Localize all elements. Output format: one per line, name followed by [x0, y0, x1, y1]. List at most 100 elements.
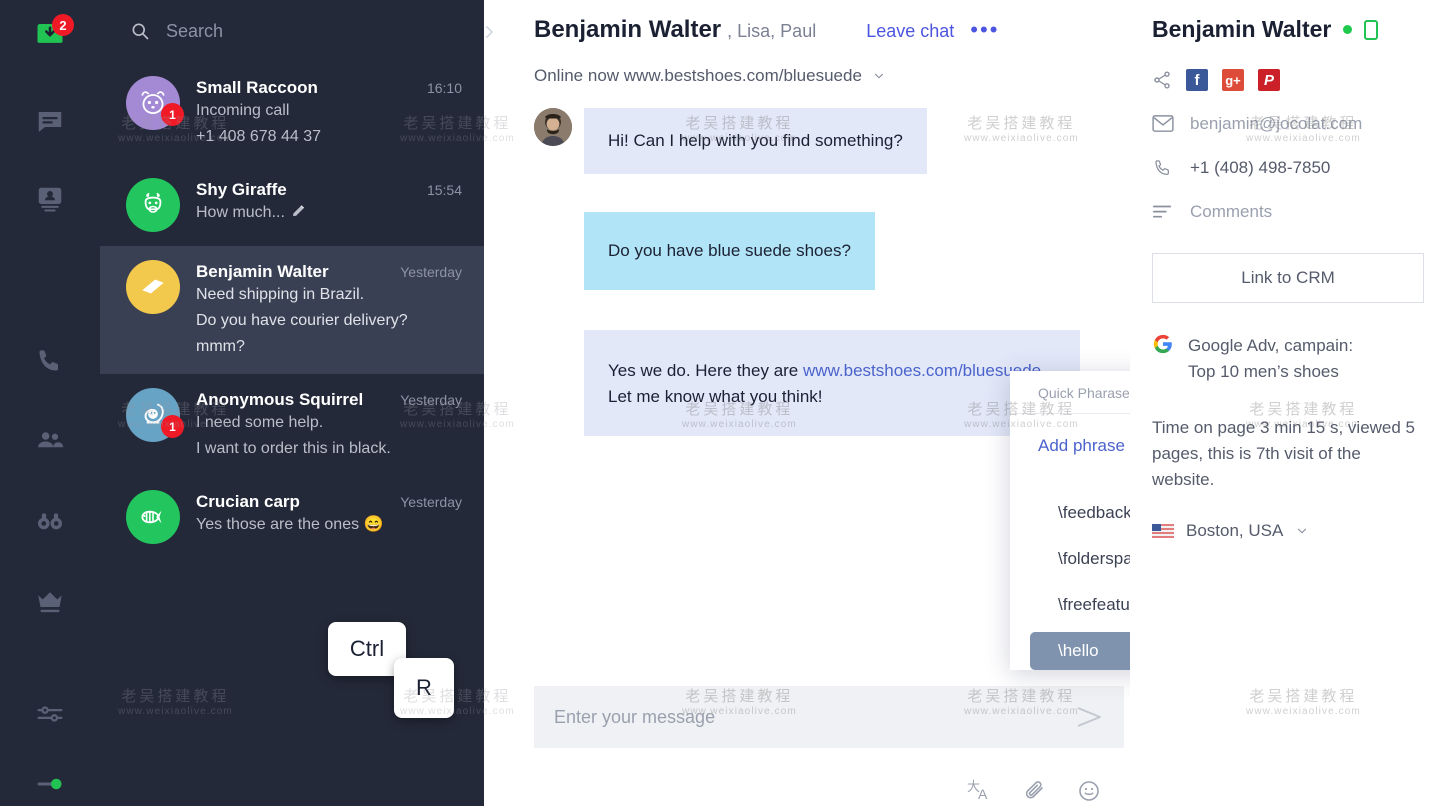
search-icon	[132, 23, 149, 40]
rail-item-team[interactable]	[0, 419, 100, 463]
message-bubble: Hi! Can I help with you find something?	[584, 108, 927, 174]
leave-chat-button[interactable]: Leave chat	[866, 21, 954, 42]
giraffe-icon	[144, 192, 162, 213]
contact-email: benjamin@jocolat.com	[1190, 114, 1363, 133]
search-bar[interactable]	[100, 0, 484, 62]
quick-phrase-key[interactable]: \feedback	[1030, 494, 1130, 532]
rail-item-premium[interactable]	[0, 579, 100, 623]
advertising-campaign-row: Google Adv, campain: Top 10 men’s shoes	[1152, 333, 1424, 385]
message-row: Yes we do. Here they are www.bestshoes.c…	[584, 330, 1080, 436]
add-phrase-button[interactable]: Add phrase	[1010, 428, 1130, 464]
cake-icon	[142, 279, 164, 294]
avatar-wrap	[126, 490, 180, 544]
advertising-text: Google Adv, campain: Top 10 men’s shoes	[1188, 333, 1353, 385]
chat-item-time: 15:54	[426, 182, 462, 198]
chat-participants: , Lisa, Paul	[727, 21, 817, 41]
translate-glyph: 大 A	[967, 779, 988, 802]
rail-item-monitoring[interactable]	[0, 499, 100, 543]
inbox-badge: 2	[52, 14, 74, 36]
geolocation-row[interactable]: Boston, USA	[1152, 521, 1424, 541]
us-flag-icon	[1152, 524, 1174, 538]
link-to-crm-button[interactable]: Link to CRM	[1152, 253, 1424, 303]
chat-main-panel: Benjamin Walter , Lisa, Paul Leave chat …	[484, 0, 1130, 806]
mobile-icon	[1364, 19, 1379, 40]
contact-phone-row[interactable]: +1 (408) 498-7850	[1152, 157, 1424, 179]
chevron-down-icon[interactable]	[872, 69, 886, 83]
chat-item-header: Crucian carp Yesterday	[196, 492, 462, 512]
quick-phrases-title: Quick Pharases Helper	[1010, 371, 1130, 414]
quick-phrases-key-list: Add phrase \feedback \folderspace \freef…	[1010, 414, 1130, 670]
binoculars-icon	[38, 513, 62, 530]
search-input[interactable]	[166, 20, 416, 42]
online-status-dot	[1343, 25, 1353, 34]
advertising-line1: Google Adv, campain:	[1188, 336, 1354, 355]
icon-rail: 2	[0, 0, 100, 806]
pinterest-icon[interactable]: P	[1258, 69, 1280, 91]
message-input[interactable]	[554, 706, 1074, 728]
message-text-line2: Let me know what you think!	[608, 387, 823, 406]
facebook-icon[interactable]: f	[1186, 69, 1208, 91]
phone-icon	[39, 350, 58, 371]
message-composer[interactable]	[534, 686, 1124, 748]
chat-list-item-anonymous-squirrel[interactable]: 1 Anonymous Squirrel Yesterday I need so…	[100, 374, 484, 476]
rail-item-phone[interactable]	[0, 339, 100, 383]
rail-item-status-toggle[interactable]	[0, 762, 100, 806]
chat-item-preview-line: Do you have courier delivery?	[196, 312, 408, 329]
chevron-down-icon[interactable]	[1295, 524, 1309, 538]
chat-status-text: Online now www.bestshoes.com/bluesuede	[534, 66, 862, 85]
unread-badge: 1	[161, 103, 184, 126]
message-text: Yes we do. Here they are	[608, 361, 803, 380]
chat-item-body: Crucian carp Yesterday Yes those are the…	[196, 490, 462, 538]
paperclip-glyph	[1025, 781, 1043, 799]
chat-item-name: Small Raccoon	[196, 78, 318, 97]
quick-phrase-key[interactable]: \folderspace	[1030, 540, 1130, 578]
pencil-icon	[293, 205, 305, 216]
chat-item-time: Yesterday	[400, 494, 462, 510]
comments-icon	[1152, 201, 1174, 223]
quick-phrase-key-selected[interactable]: \hello	[1030, 632, 1130, 670]
chat-item-name: Crucian carp	[196, 492, 300, 511]
avatar	[126, 178, 180, 232]
quick-phrase-key[interactable]: \freefeatures	[1030, 586, 1130, 624]
phone-glyph	[1155, 160, 1169, 175]
chat-list-item-benjamin-walter[interactable]: Benjamin Walter Yesterday Need shipping …	[100, 246, 484, 374]
rail-item-chat[interactable]	[0, 100, 100, 144]
google-plus-icon[interactable]: g+	[1222, 69, 1244, 91]
chat-item-preview-line: How much...	[196, 200, 462, 226]
chat-item-time: Yesterday	[400, 392, 462, 408]
chat-list-item-shy-giraffe[interactable]: Shy Giraffe 15:54 How much...	[100, 164, 484, 246]
mail-icon	[1152, 113, 1174, 135]
rail-item-contacts[interactable]	[0, 176, 100, 220]
translate-icon[interactable]: 大 A	[967, 776, 993, 806]
contact-email-row[interactable]: benjamin@jocolat.com	[1152, 113, 1424, 135]
contact-title-row: Benjamin Walter	[1152, 16, 1424, 43]
lines-glyph	[1153, 205, 1172, 218]
chat-item-name: Benjamin Walter	[196, 262, 329, 281]
message-link[interactable]: www.bestshoes.com/bluesuede	[803, 361, 1041, 380]
avatar-wrap	[126, 178, 180, 232]
send-icon[interactable]	[1074, 705, 1104, 729]
svg-text:A: A	[978, 786, 988, 802]
chat-item-name: Shy Giraffe	[196, 180, 287, 199]
phone-icon	[1152, 157, 1174, 179]
google-icon	[1153, 334, 1172, 354]
more-options-button[interactable]: •••	[970, 19, 999, 41]
chat-list-item-small-raccoon[interactable]: 1 Small Raccoon 16:10 Incoming call +1 4…	[100, 62, 484, 164]
chat-item-draft-text: How much...	[196, 204, 285, 221]
chat-item-header: Shy Giraffe 15:54	[196, 180, 462, 200]
rail-item-inbox[interactable]: 2	[0, 12, 100, 56]
message-text: Do you have blue suede shoes?	[608, 241, 851, 260]
chat-header: Benjamin Walter , Lisa, Paul Leave chat …	[484, 0, 1130, 86]
composer-tools: 大 A \..	[534, 748, 1130, 806]
chat-list-item-crucian-carp[interactable]: Crucian carp Yesterday Yes those are the…	[100, 476, 484, 558]
chat-item-header: Small Raccoon 16:10	[196, 78, 462, 98]
share-icon[interactable]	[1152, 70, 1172, 90]
chat-list-panel: 1 Small Raccoon 16:10 Incoming call +1 4…	[100, 0, 484, 806]
attachment-icon[interactable]	[1023, 776, 1047, 806]
avatar	[126, 490, 180, 544]
contact-comments-row[interactable]: Comments	[1152, 201, 1424, 223]
rail-item-settings[interactable]	[0, 692, 100, 736]
emoji-icon[interactable]	[1077, 776, 1101, 806]
chat-status-row: Online now www.bestshoes.com/bluesuede	[534, 66, 1130, 86]
agent-avatar-icon	[534, 108, 572, 146]
